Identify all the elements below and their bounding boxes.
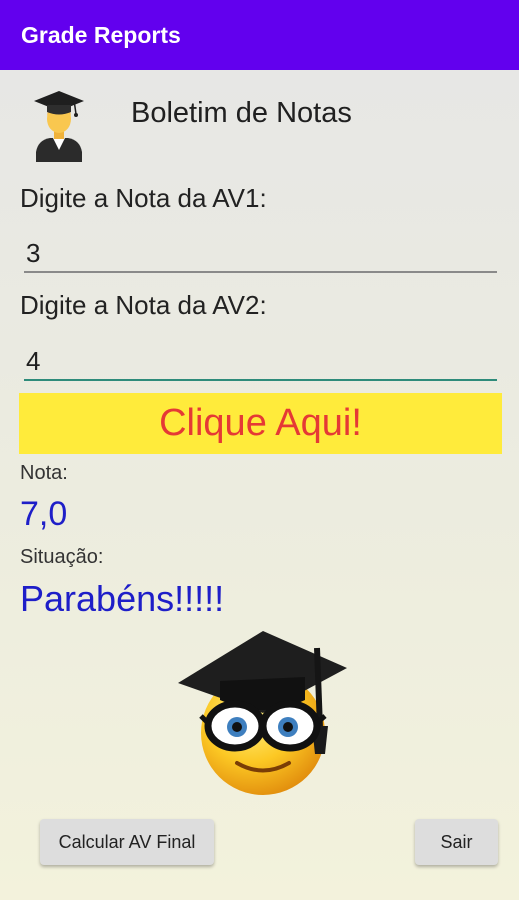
av1-input[interactable] <box>24 235 497 273</box>
av2-input[interactable] <box>24 343 497 381</box>
page-title: Boletim de Notas <box>131 97 352 129</box>
av2-label: Digite a Nota da AV2: <box>20 290 267 320</box>
app-title: Grade Reports <box>21 21 181 48</box>
graduate-icon <box>34 91 84 162</box>
app-bar: Grade Reports <box>0 0 519 70</box>
calcular-av-final-button[interactable]: Calcular AV Final <box>40 819 214 865</box>
nota-label: Nota: <box>20 462 68 484</box>
nota-value: 7,0 <box>20 495 68 533</box>
clique-aqui-button[interactable]: Clique Aqui! <box>19 393 502 454</box>
sair-button[interactable]: Sair <box>415 819 498 865</box>
situacao-value: Parabéns!!!!! <box>20 578 225 619</box>
av1-label: Digite a Nota da AV1: <box>20 183 267 213</box>
nerd-smiley-graduation-cap-icon <box>178 631 347 795</box>
situacao-label: Situação: <box>20 546 104 568</box>
